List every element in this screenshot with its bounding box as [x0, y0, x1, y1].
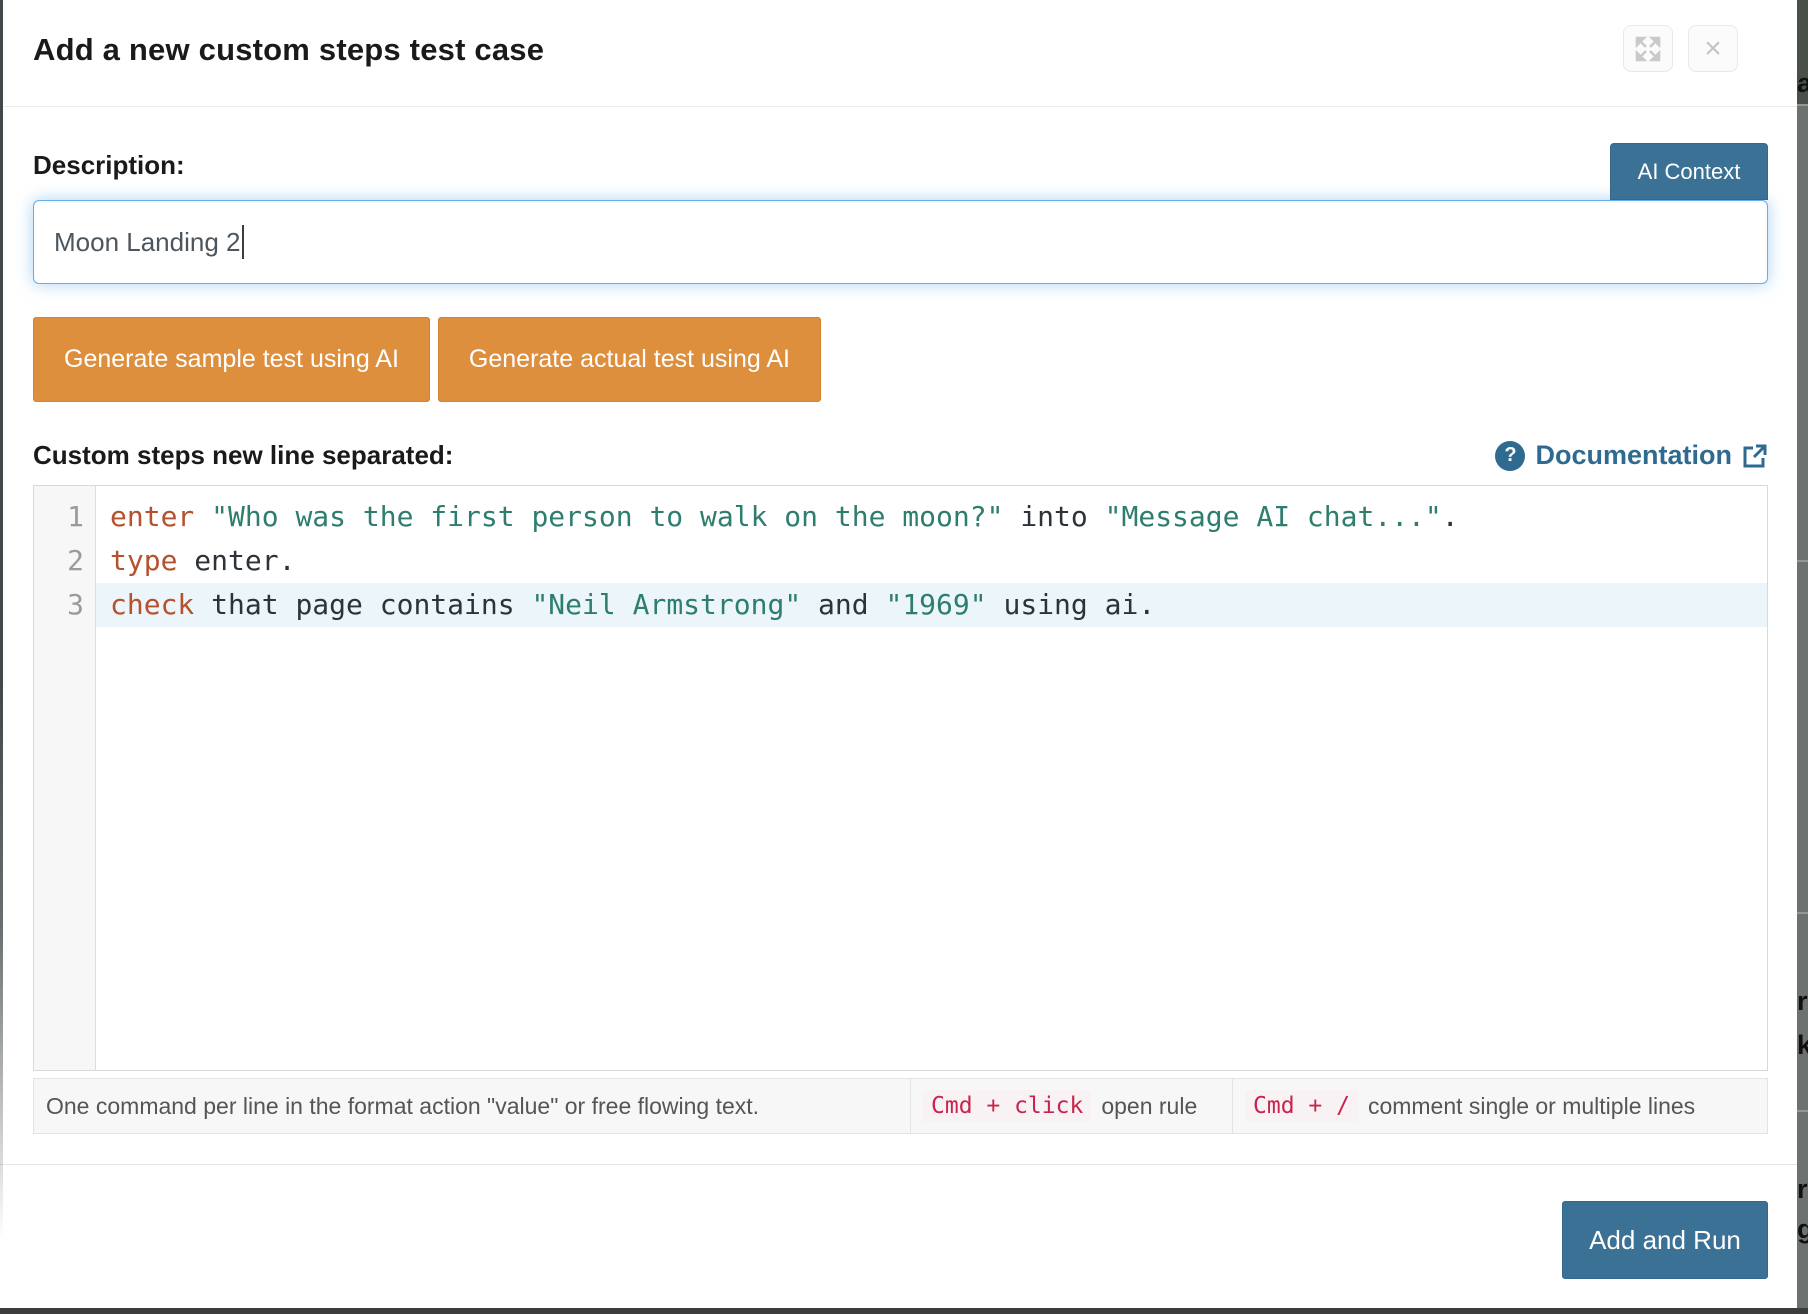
question-circle-icon: ? [1495, 441, 1525, 471]
expand-button[interactable] [1623, 25, 1673, 72]
ai-context-button[interactable]: AI Context [1610, 143, 1768, 200]
cmd-slash-shortcut: Cmd + / [1245, 1090, 1358, 1122]
code-segment-keyword: type [110, 544, 177, 577]
code-segment-plain: into [1003, 500, 1104, 533]
close-button[interactable]: × [1688, 25, 1738, 72]
code-line[interactable]: type enter. [96, 539, 1767, 583]
code-segment-string: "Who was the first person to walk on the… [211, 500, 1003, 533]
page-viewport: Add a new custom steps test case [0, 0, 1808, 1314]
description-label: Description: [33, 150, 185, 181]
code-segment-plain: . [1442, 500, 1459, 533]
expand-arrows-icon [1635, 36, 1661, 62]
modal-body: Description: AI Context Moon Landing 2 G… [0, 143, 1797, 1134]
hint-format-text: One command per line in the format actio… [46, 1093, 759, 1120]
generate-buttons-row: Generate sample test using AI Generate a… [33, 317, 1768, 402]
description-row: Description: AI Context [33, 143, 1768, 200]
cmd-click-shortcut: Cmd + click [923, 1090, 1091, 1122]
backdrop-text-fragment: g [1797, 1216, 1808, 1243]
modal-title: Add a new custom steps test case [33, 25, 544, 68]
background-page-left-edge [0, 0, 3, 1240]
backdrop-text-fragment: r [1797, 1176, 1808, 1203]
header-buttons: × [1623, 25, 1768, 72]
modal-header: Add a new custom steps test case [0, 0, 1797, 107]
add-and-run-button[interactable]: Add and Run [1562, 1201, 1768, 1279]
code-segment-plain [194, 500, 211, 533]
editor-code[interactable]: enter "Who was the first person to walk … [96, 486, 1767, 1070]
backdrop-text-fragment: r [1797, 988, 1808, 1015]
background-page-right-edge: arkrg [1797, 0, 1808, 1314]
line-number: 2 [34, 539, 95, 583]
generate-actual-test-button[interactable]: Generate actual test using AI [438, 317, 821, 402]
code-segment-string: "Neil Armstrong" [531, 588, 801, 621]
code-segment-string: "Message AI chat..." [1105, 500, 1442, 533]
documentation-link[interactable]: ? Documentation [1495, 440, 1768, 471]
custom-steps-header-row: Custom steps new line separated: ? Docum… [33, 440, 1768, 471]
custom-steps-editor[interactable]: 123 enter "Who was the first person to w… [33, 485, 1768, 1071]
documentation-link-label: Documentation [1535, 440, 1732, 471]
external-link-icon [1742, 443, 1768, 469]
code-segment-string: "1969" [885, 588, 986, 621]
line-number: 3 [34, 583, 95, 627]
modal-footer: Add and Run [0, 1164, 1797, 1279]
editor-hint-bar: One command per line in the format actio… [33, 1078, 1768, 1134]
editor-gutter: 123 [34, 486, 96, 1070]
background-page-bottom-edge [0, 1308, 1808, 1314]
description-input[interactable]: Moon Landing 2 [33, 200, 1768, 284]
backdrop-text-fragment: a [1797, 70, 1808, 97]
backdrop-text-fragment: k [1797, 1032, 1808, 1059]
code-segment-keyword: check [110, 588, 194, 621]
close-x-icon: × [1704, 34, 1722, 64]
hint-format: One command per line in the format actio… [34, 1079, 910, 1133]
code-segment-plain: using ai. [987, 588, 1156, 621]
add-test-case-modal: Add a new custom steps test case [0, 0, 1797, 1308]
code-line[interactable]: check that page contains "Neil Armstrong… [96, 583, 1767, 627]
hint-open-rule-text: open rule [1101, 1093, 1197, 1120]
code-segment-plain: that page contains [194, 588, 531, 621]
code-segment-keyword: enter [110, 500, 194, 533]
code-segment-plain: and [801, 588, 885, 621]
hint-comment-text: comment single or multiple lines [1368, 1093, 1695, 1120]
line-number: 1 [34, 495, 95, 539]
hint-comment: Cmd + / comment single or multiple lines [1232, 1079, 1767, 1133]
code-segment-plain: enter. [177, 544, 295, 577]
hint-open-rule: Cmd + click open rule [910, 1079, 1232, 1133]
generate-sample-test-button[interactable]: Generate sample test using AI [33, 317, 430, 402]
custom-steps-label: Custom steps new line separated: [33, 440, 453, 471]
description-input-value: Moon Landing 2 [54, 227, 240, 258]
code-line[interactable]: enter "Who was the first person to walk … [96, 495, 1767, 539]
text-cursor [242, 225, 244, 259]
